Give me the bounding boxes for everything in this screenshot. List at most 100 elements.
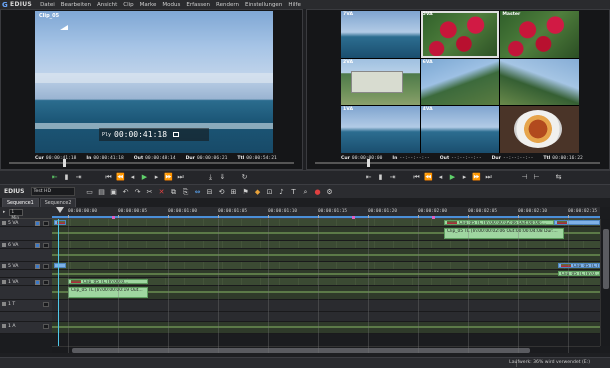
step-back-icon[interactable]: ◂ [128,173,137,182]
new-sequence-icon[interactable]: ▭ [85,187,95,197]
hscroll-thumb[interactable] [72,348,530,353]
play-icon[interactable]: ▶ [140,173,149,182]
tab-sequence1[interactable]: Sequence1 [2,198,39,207]
track-header[interactable] [0,249,52,262]
text-icon[interactable]: T [289,187,299,197]
track-lock-icon[interactable] [2,280,6,284]
track-enable-checkbox[interactable] [35,221,40,226]
timeline-clip[interactable]: Clip_05 TL [In:00:00:02:06 Out:00:00:... [444,220,554,225]
menu-item-rendern[interactable]: Rendern [216,2,239,8]
player-scrub-bar[interactable] [3,159,300,167]
recorder-scrub-bar[interactable] [309,159,606,167]
rec-next-icon[interactable]: ⏭ [484,173,493,182]
track-lock-icon[interactable] [2,221,6,225]
tab-sequence2[interactable]: Sequence2 [39,198,77,207]
track-header[interactable] [0,286,52,300]
project-name-field[interactable]: Test HD [30,187,75,196]
rec-rewind-icon[interactable]: ⏪ [424,173,433,182]
track-header[interactable] [0,227,52,241]
menu-item-clip[interactable]: Clip [123,2,133,8]
sync-icon[interactable]: ⟲ [217,187,227,197]
paste-icon[interactable]: ⎘ [181,187,191,197]
track-header[interactable]: 1 T [0,300,52,312]
track-header[interactable]: 1 A [0,322,52,334]
rec-mark-icon[interactable]: ▮ [376,173,385,182]
rec-fast-forward-icon[interactable]: ⏩ [472,173,481,182]
undo-icon[interactable]: ↶ [121,187,131,197]
delete-icon[interactable]: ✕ [157,187,167,197]
menu-item-marke[interactable]: Marke [140,2,157,8]
menu-item-erfassen[interactable]: Erfassen [186,2,210,8]
menu-item-bearbeiten[interactable]: Bearbeiten [61,2,91,8]
timescale-field[interactable]: 1 Min [9,209,24,221]
save-icon[interactable]: ▣ [109,187,119,197]
track-channel-dropdown[interactable] [43,243,49,248]
vertical-scrollbar[interactable] [600,219,610,346]
step-forward-icon[interactable]: ▸ [152,173,161,182]
timeline-clip[interactable] [54,220,66,225]
menu-item-ansicht[interactable]: Ansicht [97,2,117,8]
player-video-frame[interactable]: Clip_05 Ply 00:00:41:18 [35,11,273,153]
camera-cell-2va[interactable]: 2VA [341,58,420,106]
camera-cell-master[interactable]: Master [500,11,579,58]
track-channel-dropdown[interactable] [43,302,49,307]
track-enable-checkbox[interactable] [35,280,40,285]
camera-cell-7va[interactable]: 7VA [341,11,420,58]
camera-cell-1va[interactable]: 1VA [341,106,420,153]
next-edit-icon[interactable]: ⏭ [176,173,185,182]
track-lock-icon[interactable] [2,302,6,306]
trim-icon[interactable]: ⊟ [205,187,215,197]
cut-icon[interactable]: ✂ [145,187,155,197]
redo-icon[interactable]: ↷ [133,187,143,197]
rewind-icon[interactable]: ⏪ [116,173,125,182]
loop-icon[interactable]: ↻ [240,173,249,182]
track-toggle-icon[interactable]: ▸ [3,210,5,215]
marker-icon[interactable]: ⚑ [241,187,251,197]
snap-icon[interactable]: ⊡ [265,187,275,197]
timeline-clip[interactable]: Clip_05 TL [In:00:00:00:19 Out... [68,287,148,298]
recorder-scrub-knob[interactable] [367,159,370,167]
rec-step-forward-icon[interactable]: ▸ [460,173,469,182]
timeline-clip[interactable]: Clip_05 TL [In:0... [558,271,600,276]
playhead[interactable] [56,207,64,213]
camera-cell-palm[interactable] [500,58,579,106]
menu-item-einstellungen[interactable]: Einstellungen [245,2,282,8]
group-icon[interactable]: ⊞ [229,187,239,197]
vscroll-thumb[interactable] [603,229,609,289]
time-ruler[interactable]: 00:00:00:00 00:00:00:05 00:00:01:00 00:00:0… [52,207,600,219]
camera-cell-5va[interactable]: 5VA [420,11,500,58]
menu-item-hilfe[interactable]: Hilfe [288,2,301,8]
set-in-icon[interactable]: ⇤ [50,173,59,182]
rec-trim-icon[interactable]: ⊣ [520,173,529,182]
settings-icon[interactable]: ⚙ [325,187,335,197]
track-enable-checkbox[interactable] [35,264,40,269]
mark-icon[interactable]: ▮ [62,173,71,182]
camera-cell-4va[interactable]: 4VA [420,106,500,153]
set-out-icon[interactable]: ⇥ [74,173,83,182]
zoom-icon[interactable]: ⌕ [301,187,311,197]
player-scrub-knob[interactable] [63,159,66,167]
timeline-clip[interactable]: Clip_05 TL [In:00:0... [68,279,148,284]
rec-split-icon[interactable]: ⊢ [532,173,541,182]
rec-step-back-icon[interactable]: ◂ [436,173,445,182]
track-header[interactable]: 5 VA [0,219,52,227]
record-voice-icon[interactable]: ● [313,187,323,197]
audio-mixer-icon[interactable]: ♪ [277,187,287,197]
overwrite-icon[interactable]: ⇓ [218,173,227,182]
track-enable-checkbox[interactable] [35,243,40,248]
render-icon[interactable]: ◆ [253,187,263,197]
track-header[interactable] [0,312,52,322]
timeline-clip[interactable]: Clip_05 TL [In:0... [558,263,600,268]
track-lock-icon[interactable] [2,243,6,247]
track-channel-dropdown[interactable] [43,280,49,285]
track-channel-dropdown[interactable] [43,324,49,329]
rec-set-in-icon[interactable]: ⇤ [364,173,373,182]
camera-cell-food[interactable] [500,106,579,153]
track-header[interactable]: 6 VA [0,241,52,249]
menu-item-modus[interactable]: Modus [162,2,180,8]
timeline-clip[interactable]: Clip_05 TL [In:00:00:02:06 Out:00:00:04:… [444,228,564,239]
insert-icon[interactable]: ⤓ [206,173,215,182]
track-lock-icon[interactable] [2,324,6,328]
track-channel-dropdown[interactable] [43,264,49,269]
ripple-icon[interactable]: ⇔ [193,187,203,197]
